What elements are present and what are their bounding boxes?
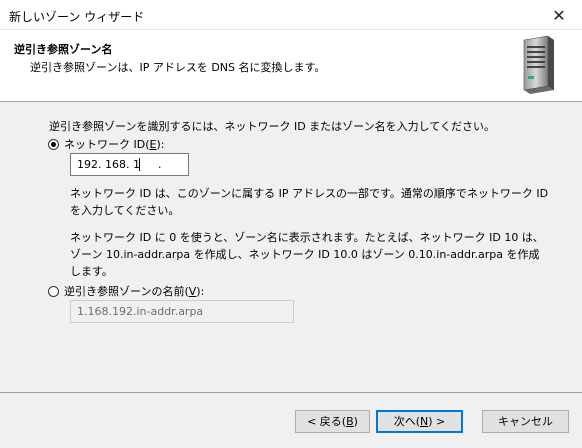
octet-2[interactable]: 168 — [105, 158, 126, 171]
radio-indicator[interactable] — [48, 138, 59, 150]
network-id-input[interactable]: 192 . 168 . 1 . — [70, 153, 189, 176]
zone-name-input[interactable]: 1.168.192.in-addr.arpa — [70, 300, 294, 323]
page-subtitle: 逆引き参照ゾーンは、IP アドレスを DNS 名に変換します。 — [30, 61, 326, 74]
close-icon[interactable]: ✕ — [536, 0, 582, 30]
wizard-footer: < 戻る(B) 次へ(N) > キャンセル — [0, 392, 582, 448]
wizard-content: 逆引き参照ゾーンを識別するには、ネットワーク ID またはゾーン名を入力してくだ… — [0, 102, 582, 392]
network-id-description: ネットワーク ID は、このゾーンに属する IP アドレスの一部です。通常の順序… — [70, 187, 549, 217]
zone-name-label: 逆引き参照ゾーンの名前(V): — [64, 285, 205, 298]
network-id-example: ネットワーク ID に 0 を使うと、ゾーン名に表示されます。たとえば、ネットワ… — [70, 231, 544, 278]
network-id-radio[interactable]: ネットワーク ID(E): — [48, 136, 164, 152]
octet-1[interactable]: 192 — [77, 158, 98, 171]
back-button[interactable]: < 戻る(B) — [295, 410, 370, 433]
next-button[interactable]: 次へ(N) > — [376, 410, 463, 433]
window-title: 新しいゾーン ウィザード — [9, 10, 145, 24]
page-title: 逆引き参照ゾーン名 — [14, 43, 113, 56]
zone-name-radio[interactable]: 逆引き参照ゾーンの名前(V): — [48, 283, 204, 299]
octet-separator: . — [158, 158, 162, 171]
instruction-text: 逆引き参照ゾーンを識別するには、ネットワーク ID またはゾーン名を入力してくだ… — [49, 120, 495, 133]
wizard-header: 逆引き参照ゾーン名 逆引き参照ゾーンは、IP アドレスを DNS 名に変換します… — [0, 30, 582, 102]
zone-name-value: 1.168.192.in-addr.arpa — [77, 305, 204, 318]
radio-indicator[interactable] — [48, 285, 59, 297]
text-caret — [139, 158, 140, 171]
cancel-button[interactable]: キャンセル — [482, 410, 569, 433]
title-bar: 新しいゾーン ウィザード ✕ — [0, 0, 582, 30]
server-icon — [523, 35, 554, 94]
octet-separator: . — [98, 158, 102, 171]
network-id-label: ネットワーク ID(E): — [64, 138, 165, 151]
octet-separator: . — [126, 158, 130, 171]
